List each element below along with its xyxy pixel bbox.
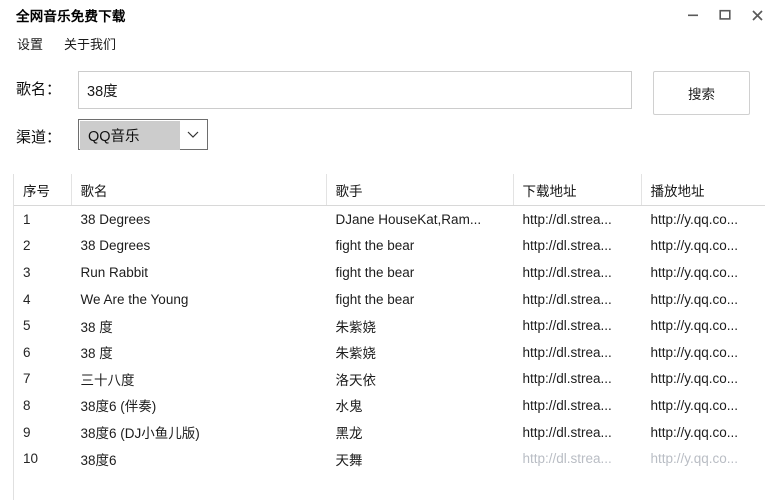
cell-index: 4 [23,291,31,307]
table-row[interactable]: 9 38度6 (DJ小鱼儿版) 黑龙 http://dl.strea... http:/… [14,419,765,446]
cell-play: http://y.qq.co... [650,291,739,307]
results-table-container[interactable]: 序号 歌名 歌手 下载地址 播放地址 1 38 Degrees DJane Hous… [13,174,765,500]
cell-download: http://dl.strea... [522,264,612,280]
cell-play: http://y.qq.co... [650,397,739,413]
column-header-play[interactable]: 播放地址 [641,174,765,206]
cell-index: 1 [23,211,31,227]
column-header-song[interactable]: 歌名 [71,174,327,206]
app-title: 全网音乐免费下载 [16,9,126,24]
cell-download: http://dl.strea... [522,424,612,440]
cell-download: http://dl.strea... [522,238,612,254]
cell-download: http://dl.strea... [522,291,612,307]
cell-index: 8 [23,397,31,413]
cell-song: Run Rabbit [80,264,149,280]
cell-download: http://dl.strea... [522,451,612,467]
cell-artist: 水鬼 [335,399,363,415]
column-header-download[interactable]: 下载地址 [513,174,642,206]
cell-index: 5 [23,318,31,334]
cell-song: 三十八度 [80,372,135,388]
window-controls [677,0,773,30]
table-row[interactable]: 5 38 度 朱紫娆 http://dl.strea... http://y.qq.co… [14,312,765,339]
maximize-icon[interactable] [709,2,741,28]
cell-play: http://y.qq.co... [650,238,739,254]
cell-play: http://y.qq.co... [650,371,739,387]
column-header-artist[interactable]: 歌手 [326,174,514,206]
cell-index: 7 [23,371,31,387]
cell-song: 38度6 (伴奏) [80,399,157,415]
cell-play: http://y.qq.co... [650,211,739,227]
cell-artist: 朱紫娆 [335,319,377,335]
cell-song: 38度6 (DJ小鱼儿版) [80,426,200,442]
table-header-row: 序号 歌名 歌手 下载地址 播放地址 [14,174,765,206]
cell-play: http://y.qq.co... [650,318,739,334]
cell-song: 38 度 [80,319,113,335]
song-name-label: 歌名： [16,81,62,98]
table-row[interactable]: 8 38度6 (伴奏) 水鬼 http://dl.strea... http://y.q… [14,392,765,419]
chevron-down-icon [187,120,199,149]
cell-index: 10 [23,451,39,467]
cell-download: http://dl.strea... [522,371,612,387]
title-bar: 全网音乐免费下载 [0,0,781,30]
cell-artist: 朱紫娆 [335,346,377,362]
search-button[interactable]: 搜索 [653,71,750,115]
menu-item-about-us[interactable]: 关于我们 [62,33,118,54]
cell-play: http://y.qq.co... [650,424,739,440]
column-header-index[interactable]: 序号 [14,174,72,206]
table-row[interactable]: 2 38 Degrees fight the bear http://dl.strea… [14,233,765,260]
table-row[interactable]: 3 Run Rabbit fight the bear http://dl.strea… [14,259,765,286]
channel-selected-value: QQ音乐 [80,121,180,150]
cell-download: http://dl.strea... [522,344,612,360]
table-row[interactable]: 7 三十八度 洛天依 http://dl.strea... http://y.qq.co… [14,366,765,393]
channel-label: 渠道： [16,129,62,146]
cell-index: 3 [23,264,31,280]
table-body: 1 38 Degrees DJane HouseKat,Ram... http://d… [14,206,765,472]
cell-artist: fight the bear [335,264,415,280]
cell-index: 6 [23,344,31,360]
table-row[interactable]: 4 We Are the Young fight the bear http://dl… [14,286,765,313]
cell-play: http://y.qq.co... [650,264,739,280]
search-form: 歌名： 搜索 渠道： QQ音乐 [0,62,781,162]
cell-song: We Are the Young [80,291,189,307]
table-header: 序号 歌名 歌手 下载地址 播放地址 [14,174,765,206]
table-row[interactable]: 1 38 Degrees DJane HouseKat,Ram... http://d… [14,206,765,233]
channel-select[interactable]: QQ音乐 [78,119,208,150]
cell-index: 2 [23,238,31,254]
cell-download: http://dl.strea... [522,318,612,334]
cell-download: http://dl.strea... [522,211,612,227]
cell-artist: DJane HouseKat,Ram... [335,211,482,227]
table-row[interactable]: 6 38 度 朱紫娆 http://dl.strea... http://y.qq.co… [14,339,765,366]
cell-artist: 洛天依 [335,372,377,388]
cell-artist: fight the bear [335,238,415,254]
cell-download: http://dl.strea... [522,397,612,413]
cell-play: http://y.qq.co... [650,344,739,360]
results-table: 序号 歌名 歌手 下载地址 播放地址 1 38 Degrees DJane Hous… [14,174,765,472]
cell-play: http://y.qq.co... [650,451,739,467]
cell-index: 9 [23,424,31,440]
cell-song: 38 Degrees [80,211,151,227]
cell-song: 38度6 [80,452,117,468]
table-row[interactable]: 10 38度6 天舞 http://dl.strea... http://y.qq.co… [14,445,765,472]
close-icon[interactable] [741,2,773,28]
cell-artist: 黑龙 [335,426,363,442]
menu-item-settings[interactable]: 设置 [15,33,45,54]
cell-song: 38 度 [80,346,113,362]
minimize-icon[interactable] [677,2,709,28]
cell-artist: 天舞 [335,452,363,468]
cell-song: 38 Degrees [80,238,151,254]
menu-bar: 设置 关于我们 [0,31,781,55]
song-name-input[interactable] [78,71,632,109]
cell-artist: fight the bear [335,291,415,307]
